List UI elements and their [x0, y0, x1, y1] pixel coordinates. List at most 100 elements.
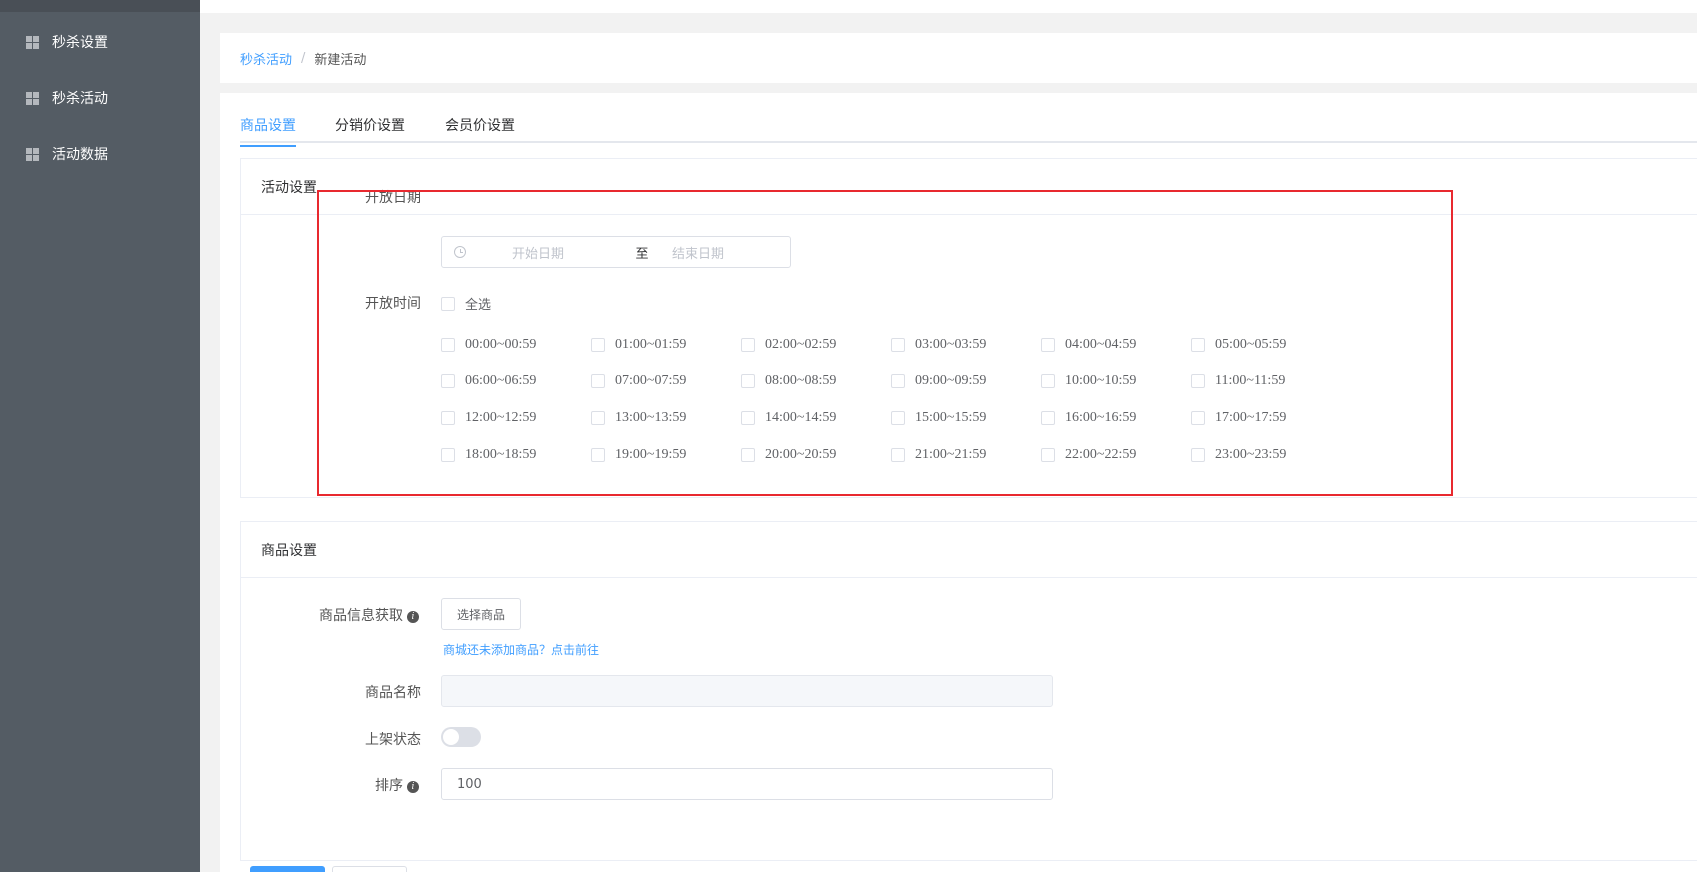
time-slot-label: 04:00~04:59 [1065, 337, 1137, 352]
time-slot-checkbox[interactable]: 11:00~11:59 [1191, 373, 1285, 389]
sidebar-item-label: 秒杀活动 [52, 91, 108, 107]
checkbox-box[interactable] [1041, 448, 1055, 462]
time-slot-label: 11:00~11:59 [1215, 373, 1286, 388]
select-all-checkbox[interactable]: 全选 [441, 294, 491, 313]
time-slot-checkbox[interactable]: 17:00~17:59 [1191, 410, 1286, 426]
time-slot-checkbox[interactable]: 02:00~02:59 [741, 337, 836, 353]
time-slot-checkbox[interactable]: 23:00~23:59 [1191, 447, 1286, 463]
sidebar-top-strip [0, 0, 200, 12]
checkbox-box[interactable] [741, 338, 755, 352]
sidebar-item-seckill-activity[interactable]: 秒杀活动 [0, 78, 200, 118]
checkbox-box[interactable] [741, 411, 755, 425]
time-slot-checkbox[interactable]: 00:00~00:59 [441, 337, 536, 353]
checkbox-box[interactable] [1041, 338, 1055, 352]
time-slot-checkbox[interactable]: 14:00~14:59 [741, 410, 836, 426]
checkbox-box[interactable] [591, 448, 605, 462]
time-slot-label: 13:00~13:59 [615, 410, 687, 425]
time-slot-label: 06:00~06:59 [465, 373, 537, 388]
card-title: 商品设置 [241, 522, 1697, 578]
goods-settings-card: 商品设置 商品信息获取 i 选择商品 商城还未添加商品？点击前往 商品名称 上架状… [240, 521, 1697, 861]
time-slot-label: 08:00~08:59 [765, 373, 837, 388]
time-slot-label: 02:00~02:59 [765, 337, 837, 352]
checkbox-box[interactable] [591, 374, 605, 388]
checkbox-box[interactable] [741, 448, 755, 462]
checkbox-box[interactable] [741, 374, 755, 388]
listing-status-switch[interactable] [441, 727, 481, 747]
time-slot-checkbox[interactable]: 07:00~07:59 [591, 373, 686, 389]
checkbox-box[interactable] [1191, 448, 1205, 462]
info-icon: i [407, 611, 419, 623]
time-slot-checkbox[interactable]: 22:00~22:59 [1041, 447, 1136, 463]
tab-goods-settings[interactable]: 商品设置 [240, 115, 296, 147]
time-slot-label: 16:00~16:59 [1065, 410, 1137, 425]
goods-name-input[interactable] [441, 675, 1053, 707]
checkbox-box[interactable] [591, 338, 605, 352]
checkbox-box[interactable] [891, 374, 905, 388]
sort-input[interactable]: 100 [441, 768, 1053, 800]
listing-status-label: 上架状态 [365, 732, 421, 748]
time-slot-checkbox[interactable]: 08:00~08:59 [741, 373, 836, 389]
time-slot-label: 18:00~18:59 [465, 447, 537, 462]
time-slot-checkbox[interactable]: 20:00~20:59 [741, 447, 836, 463]
add-goods-link[interactable]: 商城还未添加商品？点击前往 [443, 641, 599, 658]
checkbox-box[interactable] [891, 338, 905, 352]
breadcrumb: 秒杀活动 / 新建活动 [220, 33, 1697, 83]
sidebar-item-label: 活动数据 [52, 147, 108, 163]
time-slot-checkbox[interactable]: 10:00~10:59 [1041, 373, 1136, 389]
time-slot-label: 12:00~12:59 [465, 410, 537, 425]
top-strip [200, 0, 1697, 13]
time-slot-label: 14:00~14:59 [765, 410, 837, 425]
checkbox-box[interactable] [1191, 338, 1205, 352]
time-slot-label: 19:00~19:59 [615, 447, 687, 462]
time-slot-checkbox[interactable]: 09:00~09:59 [891, 373, 986, 389]
checkbox-box[interactable] [441, 411, 455, 425]
clock-icon [454, 246, 466, 258]
time-slot-checkbox[interactable]: 21:00~21:59 [891, 447, 986, 463]
goods-form: 商品信息获取 i 选择商品 商城还未添加商品？点击前往 商品名称 上架状态 排序 i… [241, 578, 1697, 860]
checkbox-box[interactable] [891, 411, 905, 425]
checkbox-box[interactable] [441, 338, 455, 352]
checkbox-box[interactable] [1191, 374, 1205, 388]
tab-distribution-price[interactable]: 分销价设置 [335, 115, 405, 145]
breadcrumb-parent-link[interactable]: 秒杀活动 [240, 49, 292, 68]
time-slot-label: 05:00~05:59 [1215, 337, 1287, 352]
time-slot-label: 17:00~17:59 [1215, 410, 1287, 425]
checkbox-box[interactable] [1041, 374, 1055, 388]
select-goods-button[interactable]: 选择商品 [441, 598, 521, 630]
time-slot-checkbox[interactable]: 15:00~15:59 [891, 410, 986, 426]
time-slot-label: 09:00~09:59 [915, 373, 987, 388]
time-slot-checkbox[interactable]: 12:00~12:59 [441, 410, 536, 426]
breadcrumb-current: 新建活动 [314, 52, 367, 68]
time-slot-label: 15:00~15:59 [915, 410, 987, 425]
cancel-button[interactable] [332, 866, 407, 872]
checkbox-box[interactable] [441, 374, 455, 388]
checkbox-box[interactable] [891, 448, 905, 462]
time-slot-checkbox[interactable]: 04:00~04:59 [1041, 337, 1136, 353]
start-date-input[interactable]: 开始日期 [512, 243, 622, 262]
time-slot-checkbox[interactable]: 16:00~16:59 [1041, 410, 1136, 426]
time-slot-checkbox[interactable]: 06:00~06:59 [441, 373, 536, 389]
time-slot-checkbox[interactable]: 03:00~03:59 [891, 337, 986, 353]
sort-label: 排序 i [251, 775, 419, 795]
sidebar-item-activity-data[interactable]: 活动数据 [0, 134, 200, 174]
submit-button[interactable] [250, 866, 325, 872]
grid-icon [26, 147, 39, 161]
checkbox-box[interactable] [441, 296, 455, 311]
goods-info-label: 商品信息获取 i [251, 605, 419, 625]
time-slot-checkbox[interactable]: 01:00~01:59 [591, 337, 686, 353]
tab-member-price[interactable]: 会员价设置 [445, 115, 515, 145]
time-slot-checkbox[interactable]: 05:00~05:59 [1191, 337, 1286, 353]
time-slot-label: 03:00~03:59 [915, 337, 987, 352]
info-icon: i [407, 781, 419, 793]
time-slot-checkbox[interactable]: 19:00~19:59 [591, 447, 686, 463]
checkbox-box[interactable] [1041, 411, 1055, 425]
time-slot-checkbox[interactable]: 18:00~18:59 [441, 447, 536, 463]
checkbox-box[interactable] [1191, 411, 1205, 425]
checkbox-box[interactable] [441, 448, 455, 462]
time-slot-checkbox[interactable]: 13:00~13:59 [591, 410, 686, 426]
date-range-picker[interactable]: 开始日期 至 结束日期 [441, 236, 791, 268]
checkbox-box[interactable] [591, 411, 605, 425]
goods-name-label: 商品名称 [365, 685, 421, 701]
sidebar-item-seckill-settings[interactable]: 秒杀设置 [0, 22, 200, 62]
end-date-input[interactable]: 结束日期 [672, 243, 782, 262]
